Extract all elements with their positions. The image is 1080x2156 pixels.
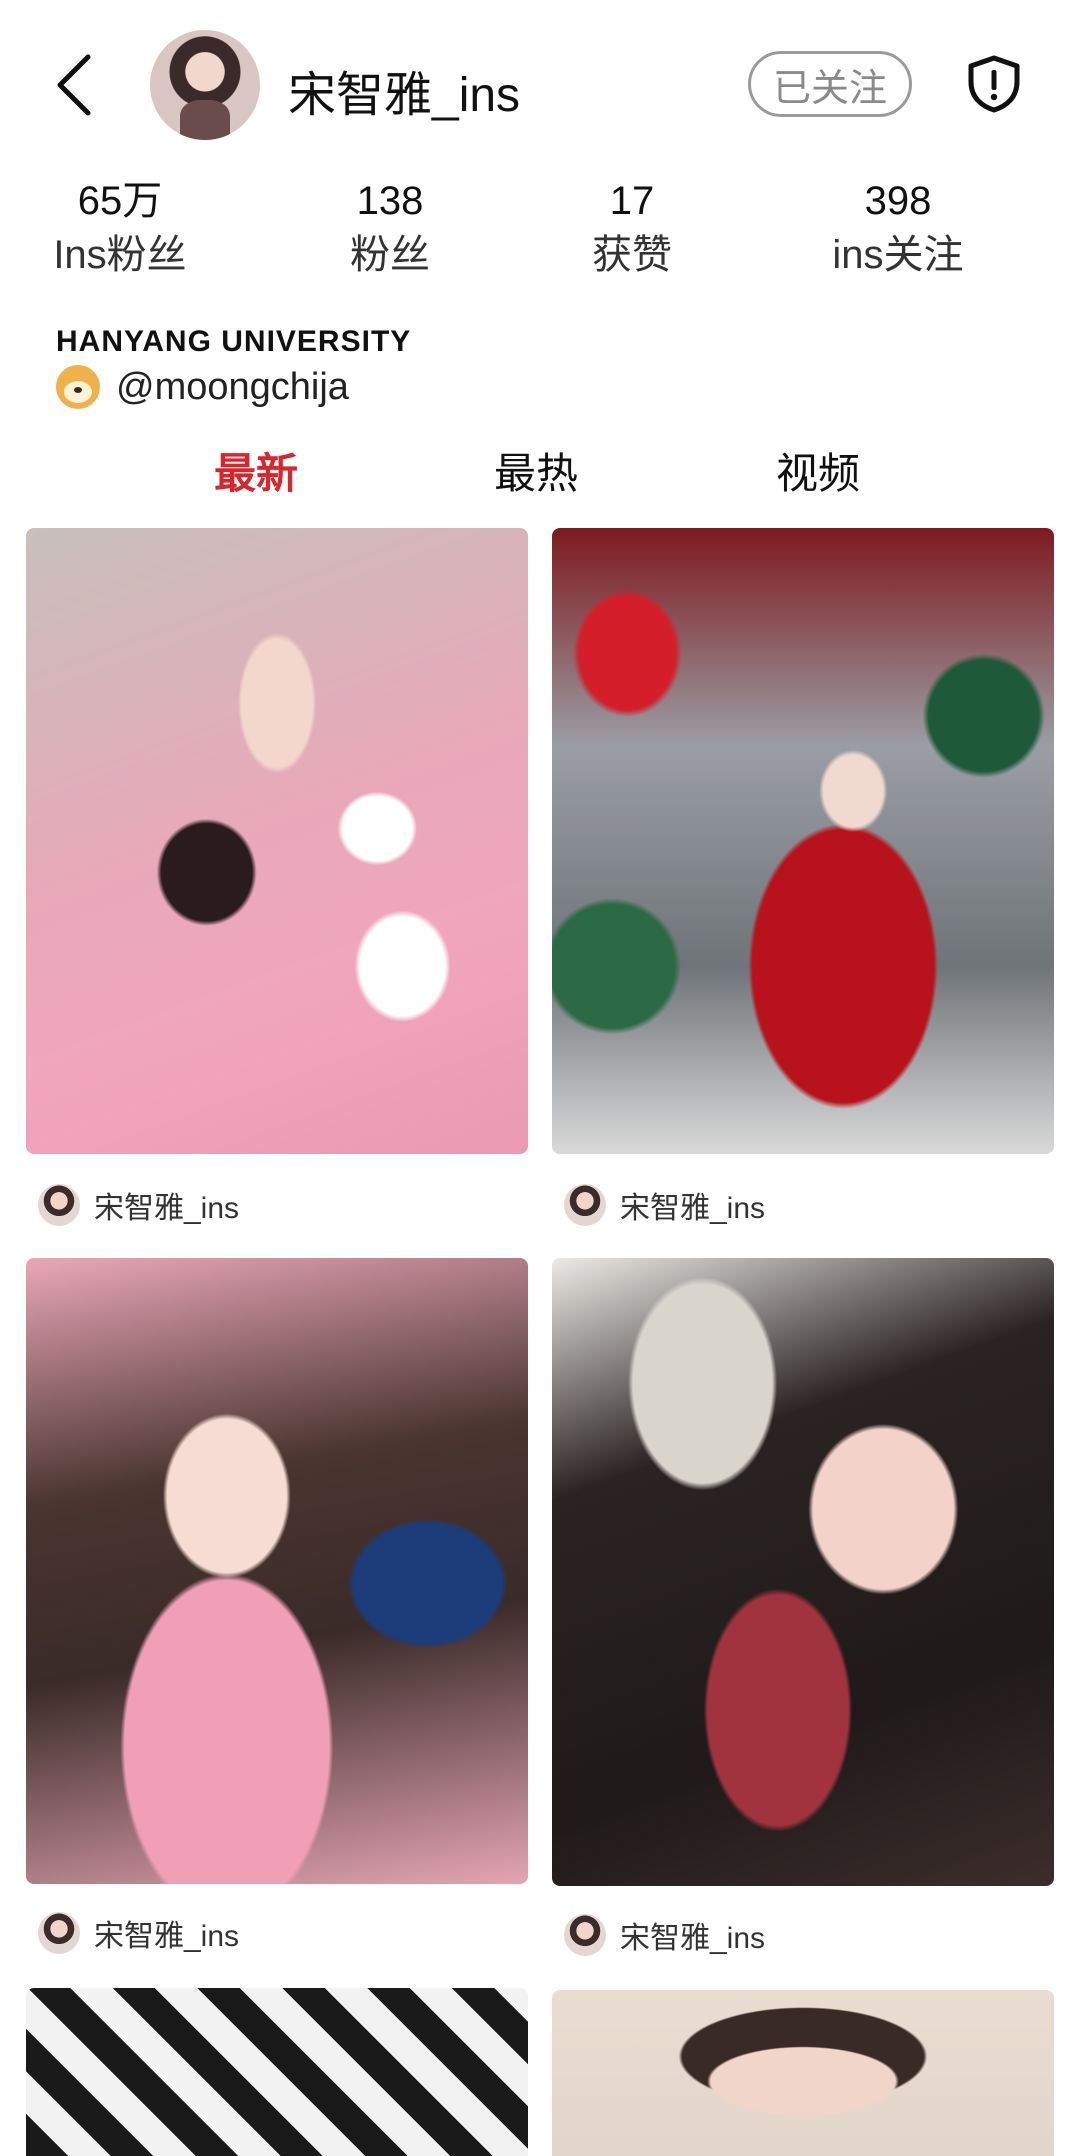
author-name: 宋智雅_ins: [620, 1192, 766, 1225]
stat-label: 粉丝: [350, 233, 430, 277]
post-author[interactable]: 宋智雅_ins: [564, 1182, 765, 1228]
avatar: [38, 1184, 80, 1226]
shield-icon: [968, 55, 1020, 113]
post-author[interactable]: 宋智雅_ins: [38, 1182, 239, 1228]
profile-stats: 65万 Ins粉丝 138 粉丝 17 获赞 398 ins关注: [0, 175, 1080, 285]
report-button[interactable]: [962, 52, 1026, 116]
post-image[interactable]: [26, 1258, 528, 1884]
post-image[interactable]: [552, 1990, 1054, 2156]
stat-label: Ins粉丝: [53, 233, 187, 277]
tab-latest[interactable]: 最新: [214, 440, 298, 501]
post-author[interactable]: 宋智雅_ins: [564, 1912, 765, 1958]
chevron-left-icon: [57, 54, 91, 116]
post-image[interactable]: [26, 528, 528, 1154]
bio-handle[interactable]: @moongchija: [116, 366, 349, 409]
back-button[interactable]: [44, 50, 104, 120]
stat-label: 获赞: [592, 233, 672, 277]
post-image[interactable]: [552, 528, 1054, 1154]
dog-emoji-icon: [56, 365, 100, 409]
avatar: [564, 1914, 606, 1956]
tab-hot[interactable]: 最热: [494, 440, 578, 501]
stat-value: 398: [864, 179, 932, 223]
content-tabs: 最新 最热 视频: [0, 440, 1080, 510]
post-image[interactable]: [552, 1258, 1054, 1886]
avatar[interactable]: [150, 30, 260, 140]
avatar: [564, 1184, 606, 1226]
stat-likes[interactable]: 17 获赞: [532, 175, 732, 283]
post-image[interactable]: [26, 1988, 528, 2156]
follow-button[interactable]: 已关注: [748, 51, 912, 117]
stat-value: 65万: [77, 179, 163, 223]
stat-ins-following[interactable]: 398 ins关注: [798, 175, 998, 283]
post-author[interactable]: 宋智雅_ins: [38, 1910, 239, 1956]
profile-username: 宋智雅_ins: [288, 69, 521, 122]
author-name: 宋智雅_ins: [620, 1922, 766, 1955]
stat-value: 17: [609, 179, 655, 223]
stat-ins-followers[interactable]: 65万 Ins粉丝: [20, 175, 220, 283]
author-name: 宋智雅_ins: [94, 1920, 240, 1953]
stat-label: ins关注: [832, 233, 964, 277]
author-name: 宋智雅_ins: [94, 1192, 240, 1225]
stat-followers[interactable]: 138 粉丝: [290, 175, 490, 283]
tab-video[interactable]: 视频: [776, 440, 860, 501]
stat-value: 138: [356, 179, 424, 223]
profile-header: 宋智雅_ins 已关注: [0, 0, 1080, 170]
avatar: [38, 1912, 80, 1954]
bio-handle-row: @moongchija: [56, 365, 349, 409]
bio-school: HANYANG UNIVERSITY: [56, 325, 412, 358]
